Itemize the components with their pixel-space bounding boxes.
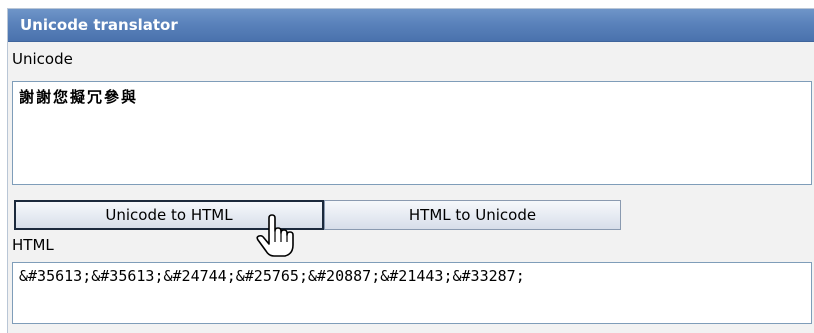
- hand-pointer-icon: [255, 214, 295, 258]
- panel-title: Unicode translator: [20, 16, 178, 34]
- unicode-textarea[interactable]: 謝謝您擬冗參與: [12, 81, 812, 185]
- panel-titlebar: Unicode translator: [8, 9, 814, 42]
- unicode-label: Unicode: [12, 50, 73, 68]
- html-label: HTML: [12, 236, 54, 254]
- html-to-unicode-button[interactable]: HTML to Unicode: [324, 200, 621, 230]
- html-textarea[interactable]: &#35613;&#35613;&#24744;&#25765;&#20887;…: [12, 262, 812, 324]
